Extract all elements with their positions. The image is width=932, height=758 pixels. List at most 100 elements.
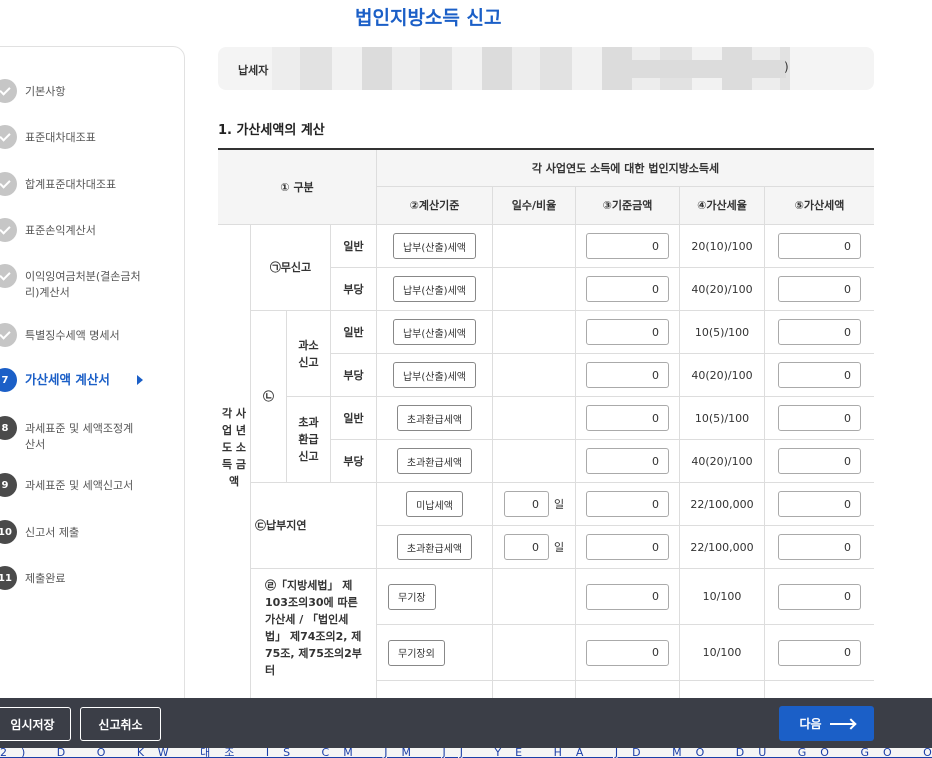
penalty-cell xyxy=(765,311,874,354)
rate-cell: 10(5)/100 xyxy=(680,397,765,440)
header-base-amount: ③기준금액 xyxy=(576,187,680,225)
step-sidebar: 기본사항 표준대차대조표 합계표준대차대조표 표준손익계산서 이익잉여금처분(결… xyxy=(0,46,185,726)
basis-cell: 무기장외 xyxy=(377,625,493,681)
step-number: 7 xyxy=(0,368,17,392)
rate-cell: 40(20)/100 xyxy=(680,354,765,397)
penalty-amount-input[interactable] xyxy=(778,405,861,431)
base-amount-input[interactable] xyxy=(586,639,669,666)
next-button[interactable]: 다음 xyxy=(779,706,874,741)
basis-cell: 무기장 xyxy=(377,569,493,625)
penalty-amount-input[interactable] xyxy=(778,639,861,666)
taxpayer-redacted xyxy=(628,60,786,78)
penalty-amount-input[interactable] xyxy=(778,319,861,345)
basis-button[interactable]: 초과환급세액 xyxy=(396,534,473,560)
penalty-amount-input[interactable] xyxy=(778,233,861,259)
step-label: 과세표준 및 세액조정계산서 xyxy=(25,422,134,451)
check-icon xyxy=(0,172,17,196)
day-unit: 일 xyxy=(553,540,565,554)
footer-action-bar: 임시저장 신고취소 다음 xyxy=(0,698,932,748)
penalty-cell xyxy=(765,526,874,569)
check-icon xyxy=(0,125,17,149)
days-cell xyxy=(493,354,576,397)
page: 법인지방소득 신고 기본사항 표준대차대조표 합계표준대차대조표 표준손익계산서… xyxy=(0,0,932,758)
days-cell: 일 xyxy=(493,526,576,569)
sub-excess-refund: 초과 환급 신고 xyxy=(287,397,331,483)
step-label: 가산세액 계산서 xyxy=(25,372,110,387)
days-input[interactable] xyxy=(503,491,549,517)
kind-general: 일반 xyxy=(331,311,377,354)
rate-cell: 10(5)/100 xyxy=(680,311,765,354)
taxpayer-banner: 납세자 ) xyxy=(218,47,874,90)
penalty-amount-input[interactable] xyxy=(778,534,861,560)
header-span: 각 사업연도 소득에 대한 법인지방소득세 xyxy=(377,150,874,187)
base-amount-input[interactable] xyxy=(586,233,669,259)
penalty-cell xyxy=(765,225,874,268)
basis-button[interactable]: 납부(산출)세액 xyxy=(392,233,476,259)
check-icon xyxy=(0,323,17,347)
group-under-report: ㉡ xyxy=(251,311,287,483)
penalty-cell xyxy=(765,440,874,483)
base-cell xyxy=(576,311,680,354)
penalty-cell xyxy=(765,483,874,526)
base-amount-input[interactable] xyxy=(586,276,669,302)
section-title: 1. 가산세액의 계산 xyxy=(218,123,325,138)
base-amount-input[interactable] xyxy=(586,362,669,388)
header-category: ① 구분 xyxy=(218,150,377,225)
basis-cell: 납부(산출)세액 xyxy=(377,311,493,354)
basis-button[interactable]: 납부(산출)세액 xyxy=(392,362,476,388)
next-label: 다음 xyxy=(799,717,822,731)
base-amount-input[interactable] xyxy=(586,491,669,517)
day-unit: 일 xyxy=(553,497,565,511)
kind-general: 일반 xyxy=(331,225,377,268)
penalty-amount-input[interactable] xyxy=(778,583,861,610)
base-amount-input[interactable] xyxy=(586,534,669,560)
penalty-amount-input[interactable] xyxy=(778,448,861,474)
basis-button[interactable]: 납부(산출)세액 xyxy=(392,276,476,302)
basis-button[interactable]: 미납세액 xyxy=(406,491,463,517)
base-cell xyxy=(576,268,680,311)
days-cell xyxy=(493,440,576,483)
basis-button[interactable]: 납부(산출)세액 xyxy=(392,319,476,345)
basis-cell: 납부(산출)세액 xyxy=(377,268,493,311)
bottom-shortcut-strip[interactable]: 2) D O KW 대조 IS CM JM JJ YE HA JD MO DU … xyxy=(0,748,932,758)
temp-save-button[interactable]: 임시저장 xyxy=(0,707,71,741)
basis-button[interactable]: 초과환급세액 xyxy=(396,405,473,431)
base-amount-input[interactable] xyxy=(586,405,669,431)
days-cell: 일 xyxy=(493,483,576,526)
base-amount-input[interactable] xyxy=(586,319,669,345)
base-amount-input[interactable] xyxy=(586,583,669,610)
cancel-filing-button[interactable]: 신고취소 xyxy=(80,707,161,741)
basis-cell: 납부(산출)세액 xyxy=(377,354,493,397)
base-cell xyxy=(576,569,680,625)
penalty-tax-table: ① 구분 각 사업연도 소득에 대한 법인지방소득세 ②계산기준 일수/비율 ③… xyxy=(218,148,874,700)
side-label-income: 각 사 업 년 도 소 득 금 액 xyxy=(218,225,251,700)
current-step-arrow-icon xyxy=(137,375,143,385)
penalty-cell xyxy=(765,354,874,397)
base-amount-input[interactable] xyxy=(586,448,669,474)
base-cell xyxy=(576,526,680,569)
basis-button[interactable]: 초과환급세액 xyxy=(396,448,473,474)
days-cell xyxy=(493,625,576,681)
rate-cell: 10/100 xyxy=(680,625,765,681)
days-cell xyxy=(493,268,576,311)
group-law-penalty: ㉣「지방세법」 제103조의30에 따른 가산세 / 「법인세법」 제74조의2… xyxy=(251,569,377,700)
step-label: 특별징수세액 명세서 xyxy=(25,329,120,342)
base-cell xyxy=(576,483,680,526)
basis-button[interactable]: 무기장외 xyxy=(388,639,445,666)
basis-button[interactable]: 무기장 xyxy=(388,583,436,610)
basis-cell: 초과환급세액 xyxy=(377,397,493,440)
step-number: 10 xyxy=(0,520,17,544)
days-input[interactable] xyxy=(503,534,549,560)
taxpayer-label: 납세자 xyxy=(238,64,269,77)
arrow-right-icon xyxy=(829,722,854,725)
penalty-cell xyxy=(765,625,874,681)
penalty-amount-input[interactable] xyxy=(778,276,861,302)
days-cell xyxy=(493,225,576,268)
penalty-cell xyxy=(765,397,874,440)
group-unfiled: ㉠무신고 xyxy=(251,225,331,311)
penalty-amount-input[interactable] xyxy=(778,362,861,388)
taxpayer-paren: ) xyxy=(784,60,789,74)
penalty-amount-input[interactable] xyxy=(778,491,861,517)
rate-cell: 40(20)/100 xyxy=(680,268,765,311)
step-label: 제출완료 xyxy=(25,572,66,585)
